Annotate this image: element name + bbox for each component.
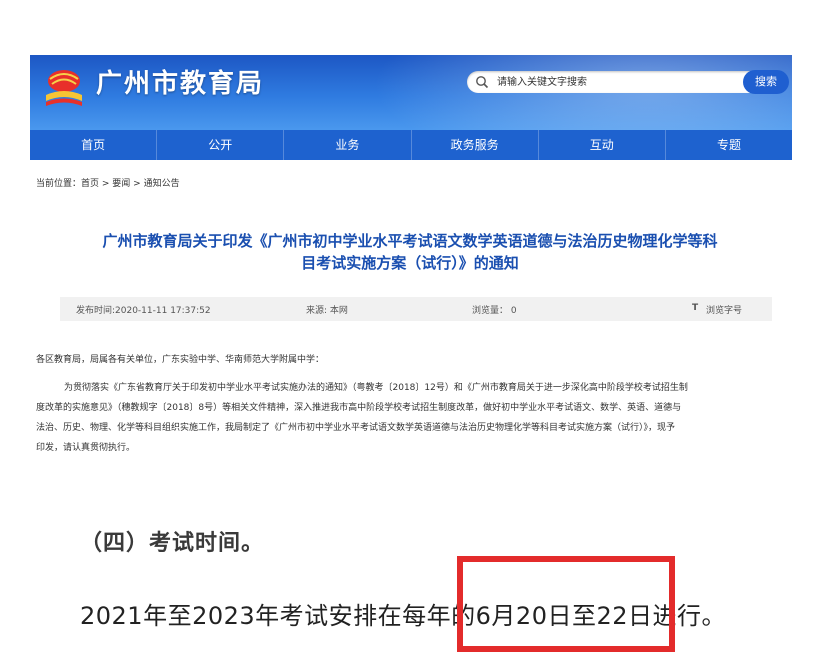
paragraph-line: 度改革的实施意见》（穗教规字〔2018〕8号）等相关文件精神，深入推进我市高中阶… <box>36 403 682 413</box>
publish-time: 发布时间:2020-11-11 17:37:52 <box>76 306 211 316</box>
article-source: 来源: 本网 <box>306 306 348 316</box>
main-nav: 首页 公开 业务 政务服务 互动 专题 <box>30 130 792 160</box>
search-box[interactable] <box>467 71 773 93</box>
article-title-line: 目考试实施方案（试行）》的通知 <box>301 254 519 272</box>
article-salutation: 各区教育局，局属各有关单位，广东实验中学、华南师范大学附属中学： <box>36 355 325 365</box>
search-button[interactable]: 搜索 <box>743 70 789 94</box>
zoomed-excerpt-panel <box>0 468 828 662</box>
nav-item-government-services[interactable]: 政务服务 <box>412 130 539 160</box>
paragraph-line: 印发，请认真贯彻执行。 <box>36 443 136 453</box>
breadcrumb: 当前位置：首页 > 要闻 > 通知公告 <box>36 176 180 189</box>
breadcrumb-home-link[interactable]: 首页 <box>81 179 99 189</box>
nav-item-topics[interactable]: 专题 <box>666 130 792 160</box>
article-meta-bar: 发布时间:2020-11-11 17:37:52 来源: 本网 浏览量： 0 T… <box>60 297 772 321</box>
education-bureau-logo-icon[interactable] <box>40 65 88 113</box>
nav-item-business[interactable]: 业务 <box>284 130 412 160</box>
view-count: 浏览量： 0 <box>472 306 517 316</box>
breadcrumb-notices-link[interactable]: 通知公告 <box>144 179 180 189</box>
font-size-icon[interactable]: T <box>692 303 698 313</box>
article-title-line: 广州市教育局关于印发《广州市初中学业水平考试语文数学英语道德与法治历史物理化学等… <box>102 232 718 250</box>
search-input[interactable] <box>497 71 727 93</box>
article-paragraph: 为贯彻落实《广东省教育厅关于印发初中学业水平考试实施办法的通知》（粤教考〔201… <box>36 378 776 458</box>
nav-item-home[interactable]: 首页 <box>30 130 158 160</box>
excerpt-heading: （四）考试时间。 <box>80 531 265 556</box>
nav-item-public[interactable]: 公开 <box>157 130 285 160</box>
font-size-label[interactable]: 浏览字号 <box>706 303 742 316</box>
highlight-annotation-box <box>457 556 675 652</box>
site-header-banner: 广州市教育局 搜索 <box>30 55 792 130</box>
breadcrumb-prefix: 当前位置： <box>36 179 82 189</box>
site-title[interactable]: 广州市教育局 <box>96 63 264 100</box>
article-title: 广州市教育局关于印发《广州市初中学业水平考试语文数学英语道德与法治历史物理化学等… <box>60 230 760 274</box>
breadcrumb-separator: > <box>130 179 144 189</box>
breadcrumb-separator: > <box>99 179 113 189</box>
search-icon <box>476 76 489 89</box>
nav-item-interaction[interactable]: 互动 <box>539 130 666 160</box>
paragraph-line: 法治、历史、物理、化学等科目组织实施工作，我局制定了《广州市初中学业水平考试语文… <box>36 423 676 433</box>
paragraph-line: 为贯彻落实《广东省教育厅关于印发初中学业水平考试实施办法的通知》（粤教考〔201… <box>64 383 688 393</box>
breadcrumb-news-link[interactable]: 要闻 <box>112 179 130 189</box>
